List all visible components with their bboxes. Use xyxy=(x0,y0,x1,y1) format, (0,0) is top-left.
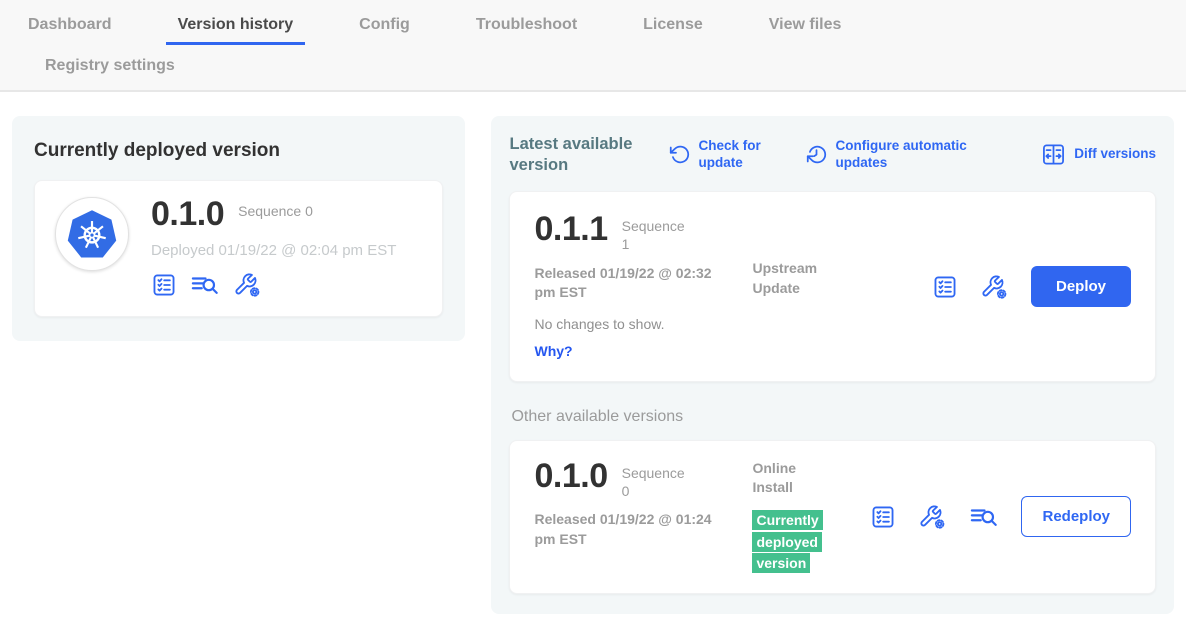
configure-automatic-updates-link[interactable]: Configure automatic updates xyxy=(806,138,967,172)
version-row: 0.1.1 Sequence 1 xyxy=(534,212,752,253)
wrench-gear-icon[interactable] xyxy=(980,274,1009,300)
configure-automatic-updates-label: Configure automatic updates xyxy=(835,138,967,172)
latest-version-card: 0.1.1 Sequence 1 Released 01/19/22 @ 02:… xyxy=(509,191,1156,382)
redeploy-button[interactable]: Redeploy xyxy=(1021,496,1131,537)
other-version-card: 0.1.0 Sequence 0 Released 01/19/22 @ 01:… xyxy=(509,440,1156,594)
wrench-gear-icon[interactable] xyxy=(918,504,947,530)
version-row: 0.1.0 Sequence 0 xyxy=(151,197,396,233)
tab-license[interactable]: License xyxy=(643,16,703,45)
main-content: Currently deployed version xyxy=(0,92,1186,614)
release-notes-search-icon[interactable] xyxy=(190,272,220,298)
tab-config[interactable]: Config xyxy=(359,16,410,45)
refresh-arrow-icon xyxy=(669,144,690,165)
latest-sequence-label: Sequence 1 xyxy=(622,217,690,253)
nav-row-1: Dashboard Version history Config Trouble… xyxy=(28,0,1186,45)
latest-released-timestamp: Released 01/19/22 @ 02:32 pm EST xyxy=(534,264,714,303)
tab-version-history[interactable]: Version history xyxy=(178,16,294,45)
deployed-sequence-label: Sequence 0 xyxy=(238,202,313,220)
online-install-label: Online Install xyxy=(752,459,824,498)
tab-registry-settings[interactable]: Registry settings xyxy=(45,57,175,85)
deployed-icon-row xyxy=(151,272,396,298)
split-pane-diff-icon xyxy=(1041,142,1066,167)
check-for-update-link[interactable]: Check for update xyxy=(669,138,772,172)
currently-deployed-badge: Currently deployed version xyxy=(752,510,822,573)
latest-source-column: Upstream Update xyxy=(752,259,870,298)
other-available-versions-heading: Other available versions xyxy=(511,408,1156,426)
currently-deployed-panel: Currently deployed version xyxy=(12,116,465,341)
tab-dashboard[interactable]: Dashboard xyxy=(28,16,112,45)
tab-troubleshoot[interactable]: Troubleshoot xyxy=(476,16,577,45)
latest-available-panel: Latest available version Check for updat… xyxy=(491,116,1174,614)
other-released-timestamp: Released 01/19/22 @ 01:24 pm EST xyxy=(534,510,714,549)
latest-actions-column: Deploy xyxy=(932,266,1131,307)
app-logo-badge xyxy=(55,197,129,271)
other-sequence-label: Sequence 0 xyxy=(622,464,690,500)
upstream-update-label: Upstream Update xyxy=(752,259,824,298)
version-row: 0.1.0 Sequence 0 xyxy=(534,459,752,500)
nav-row-2: Registry settings xyxy=(28,45,1186,90)
deploy-button[interactable]: Deploy xyxy=(1031,266,1131,307)
other-source-column: Online Install Currently deployed versio… xyxy=(752,459,870,575)
top-navigation: Dashboard Version history Config Trouble… xyxy=(0,0,1186,92)
other-actions-column: Redeploy xyxy=(870,496,1131,537)
check-for-update-label: Check for update xyxy=(698,138,772,172)
why-link[interactable]: Why? xyxy=(534,343,572,359)
deployed-version-number: 0.1.0 xyxy=(151,197,224,233)
other-version-info: 0.1.0 Sequence 0 Released 01/19/22 @ 01:… xyxy=(534,459,752,550)
diff-versions-label: Diff versions xyxy=(1074,146,1156,163)
checklist-icon[interactable] xyxy=(870,504,896,530)
wrench-gear-icon[interactable] xyxy=(233,272,262,298)
header-actions: Check for update Configure automatic upd… xyxy=(669,138,1156,172)
latest-version-number: 0.1.1 xyxy=(534,212,607,248)
badge-wrap: Currently deployed version xyxy=(752,510,828,575)
latest-header: Latest available version Check for updat… xyxy=(509,134,1156,175)
currently-deployed-title: Currently deployed version xyxy=(34,140,443,162)
checklist-icon[interactable] xyxy=(151,272,177,298)
tab-view-files[interactable]: View files xyxy=(769,16,842,45)
kubernetes-icon xyxy=(65,207,119,261)
diff-versions-link[interactable]: Diff versions xyxy=(1041,142,1156,167)
deployed-timestamp: Deployed 01/19/22 @ 02:04 pm EST xyxy=(151,242,396,259)
other-version-number: 0.1.0 xyxy=(534,459,607,495)
checklist-icon[interactable] xyxy=(932,274,958,300)
latest-heading: Latest available version xyxy=(509,134,659,175)
no-changes-text: No changes to show. xyxy=(534,316,752,332)
deployed-version-info: 0.1.0 Sequence 0 Deployed 01/19/22 @ 02:… xyxy=(151,197,396,298)
release-notes-search-icon[interactable] xyxy=(969,504,999,530)
latest-version-info: 0.1.1 Sequence 1 Released 01/19/22 @ 02:… xyxy=(534,212,752,361)
clock-refresh-icon xyxy=(806,144,827,165)
deployed-version-card: 0.1.0 Sequence 0 Deployed 01/19/22 @ 02:… xyxy=(34,180,443,317)
